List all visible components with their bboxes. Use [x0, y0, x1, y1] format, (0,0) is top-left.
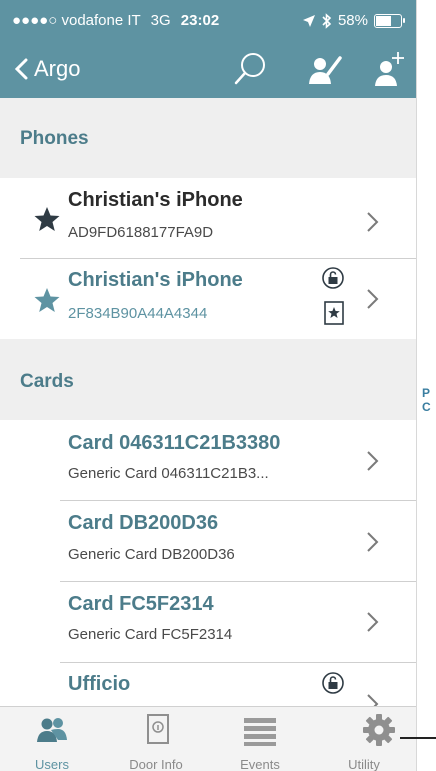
- bluetooth-icon: [322, 12, 332, 29]
- tab-bar: Users Door Info Events Utility: [0, 706, 416, 771]
- star-icon: [34, 288, 60, 312]
- item-title: Christian's iPhone: [68, 189, 243, 211]
- tab-label: Utility: [348, 757, 380, 771]
- back-button[interactable]: Argo: [14, 56, 80, 82]
- network-type: 3G: [150, 12, 171, 29]
- list-item[interactable]: Card FC5F2314 Generic Card FC5F2314: [0, 582, 416, 662]
- chevron-right-icon: [367, 212, 379, 232]
- tab-label: Users: [35, 757, 69, 771]
- index-letter: P: [422, 386, 431, 400]
- lock-rotate-icon: [322, 672, 344, 694]
- add-user-icon[interactable]: [370, 50, 408, 88]
- list-item[interactable]: Card DB200D36 Generic Card DB200D36: [0, 501, 416, 581]
- chevron-left-icon: [14, 58, 28, 80]
- item-subtitle: AD9FD6188177FA9D: [68, 224, 214, 241]
- tab-label: Events: [240, 757, 280, 771]
- app-screen: ●●●●○ vodafone IT 3G 23:02 58% Argo Phon…: [0, 0, 417, 771]
- signal-strength: ●●●●○: [12, 12, 58, 29]
- status-left: ●●●●○ vodafone IT 3G 23:02: [12, 12, 219, 29]
- item-title: Card 046311C21B3380: [68, 432, 281, 454]
- section-index[interactable]: P C: [422, 386, 431, 414]
- list-item[interactable]: Christian's iPhone AD9FD6188177FA9D: [0, 178, 416, 258]
- search-icon[interactable]: [232, 50, 270, 88]
- section-header-phones: Phones: [0, 98, 416, 178]
- tab-events[interactable]: Events: [208, 707, 312, 771]
- section-title: Cards: [20, 371, 74, 392]
- edit-user-icon[interactable]: [306, 50, 344, 88]
- divider-line: [400, 737, 436, 739]
- navigation-bar: Argo: [0, 40, 416, 98]
- tab-users[interactable]: Users: [0, 707, 104, 771]
- list-item[interactable]: Card 046311C21B3380 Generic Card 046311C…: [0, 420, 416, 500]
- section-header-cards: Cards: [0, 339, 416, 420]
- item-title: Card FC5F2314: [68, 593, 214, 615]
- tab-door-info[interactable]: Door Info: [104, 707, 208, 771]
- door-icon: [147, 714, 169, 744]
- gear-icon: [363, 714, 395, 746]
- lock-rotate-icon: [322, 267, 344, 289]
- item-subtitle: 2F834B90A44A4344: [68, 305, 208, 322]
- item-subtitle: Generic Card DB200D36: [68, 546, 235, 563]
- chevron-right-icon: [367, 532, 379, 552]
- list-icon: [244, 718, 276, 746]
- location-arrow-icon: [302, 14, 315, 27]
- chevron-right-icon: [367, 451, 379, 471]
- tab-label: Door Info: [129, 757, 183, 771]
- list-item[interactable]: Ufficio: [0, 663, 416, 706]
- item-subtitle: Generic Card 046311C21B3...: [68, 465, 269, 482]
- item-title: Card DB200D36: [68, 512, 219, 534]
- item-title: Ufficio: [68, 673, 131, 695]
- section-title: Phones: [20, 128, 89, 149]
- star-icon: [34, 207, 60, 231]
- battery-icon: [374, 13, 405, 28]
- tab-utility[interactable]: Utility: [312, 707, 416, 771]
- index-letter: C: [422, 400, 431, 414]
- carrier-name: vodafone IT: [61, 12, 141, 29]
- battery-percent: 58%: [337, 12, 368, 29]
- chevron-right-icon: [367, 612, 379, 632]
- door-star-icon: [324, 301, 344, 325]
- status-right: 58%: [302, 12, 405, 29]
- users-icon: [37, 718, 67, 742]
- clock: 23:02: [180, 12, 220, 29]
- item-title: Christian's iPhone: [68, 269, 243, 291]
- list-item[interactable]: Christian's iPhone 2F834B90A44A4344: [0, 259, 416, 339]
- item-subtitle: Generic Card FC5F2314: [68, 626, 233, 643]
- chevron-right-icon: [367, 289, 379, 309]
- status-bar: ●●●●○ vodafone IT 3G 23:02 58%: [0, 0, 416, 40]
- chevron-right-icon: [367, 694, 379, 706]
- back-label: Argo: [34, 56, 81, 81]
